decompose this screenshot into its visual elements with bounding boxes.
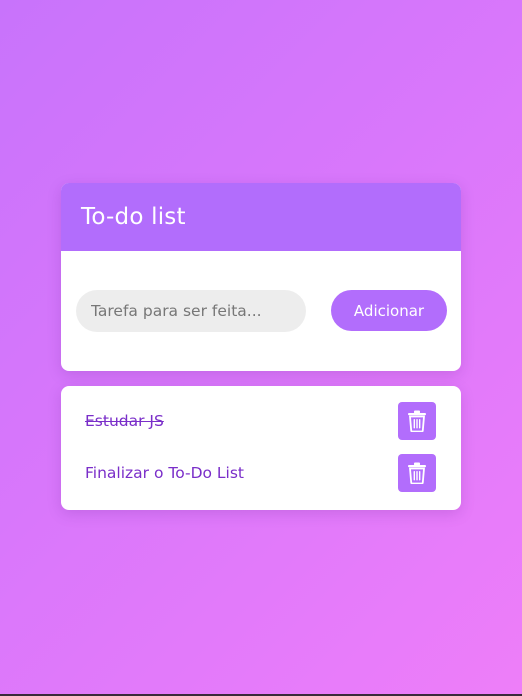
trash-icon [408, 462, 426, 484]
page-title: To-do list [81, 204, 186, 230]
add-task-form: Adicionar [61, 251, 461, 371]
task-input[interactable] [76, 290, 306, 332]
add-task-button[interactable]: Adicionar [331, 290, 447, 331]
task-item: Finalizar o To-Do List [61, 454, 461, 506]
trash-icon [408, 410, 426, 432]
task-text[interactable]: Finalizar o To-Do List [85, 464, 244, 482]
delete-task-button[interactable] [398, 454, 436, 492]
delete-task-button[interactable] [398, 402, 436, 440]
task-item: Estudar JS [61, 402, 461, 454]
card-header: To-do list [61, 183, 461, 251]
todo-card: To-do list Adicionar [61, 183, 461, 371]
task-text[interactable]: Estudar JS [85, 412, 164, 430]
task-list: Estudar JS Finalizar o To-Do List [61, 386, 461, 510]
